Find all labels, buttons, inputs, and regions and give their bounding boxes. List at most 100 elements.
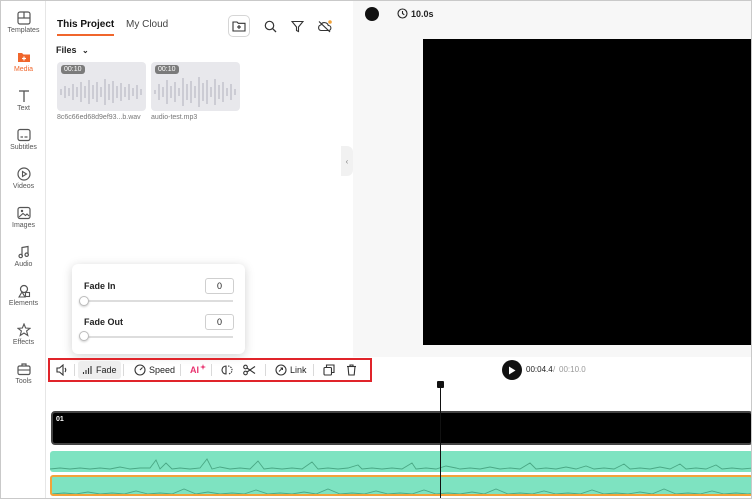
subtitles-icon — [16, 128, 31, 142]
fade-button[interactable]: Fade — [78, 361, 121, 379]
sidebar-item-label: Videos — [12, 183, 35, 190]
sidebar-item-label: Elements — [8, 300, 39, 307]
chevron-down-icon: ⌄ — [82, 46, 89, 55]
speed-button[interactable]: Speed — [134, 361, 175, 379]
toolbar-divider — [74, 364, 75, 376]
speed-label: Speed — [149, 365, 176, 375]
duration-button[interactable]: 10.0s — [397, 8, 434, 19]
speaker-icon — [56, 364, 67, 376]
media-icon — [17, 53, 30, 62]
media-file-thumbnail[interactable]: 00:10 — [151, 62, 240, 111]
audio-track-clip[interactable] — [50, 451, 751, 472]
new-folder-button[interactable] — [228, 15, 250, 37]
left-sidebar: Templates Media Text Subtitles Videos Im… — [1, 1, 46, 498]
fade-out-input[interactable]: 0 — [205, 314, 234, 330]
link-button[interactable]: Link — [275, 361, 307, 379]
toolbar-divider — [265, 364, 266, 376]
media-file-name: 8c6c66ed68d9ef93...b.wav — [57, 114, 141, 121]
sidebar-item-subtitles[interactable]: Subtitles — [1, 128, 46, 166]
background-color-button[interactable] — [365, 7, 379, 21]
fade-popup: Fade In 0 Fade Out 0 — [72, 264, 245, 354]
fade-in-slider-handle[interactable] — [79, 296, 89, 306]
duration-badge: 00:10 — [155, 65, 179, 74]
sidebar-item-label: Tools — [15, 378, 32, 385]
tools-icon — [16, 363, 31, 376]
tab-my-cloud[interactable]: My Cloud — [126, 19, 168, 30]
fade-icon — [82, 366, 92, 374]
volume-button[interactable] — [56, 361, 69, 379]
fade-out-label: Fade Out — [84, 317, 124, 327]
play-button[interactable] — [502, 360, 522, 380]
filter-button[interactable] — [286, 15, 308, 37]
waveform-icon — [52, 488, 751, 494]
current-time: 00:04.4 — [526, 365, 553, 374]
tab-this-project[interactable]: This Project — [57, 19, 115, 36]
toolbar-divider — [180, 364, 181, 376]
media-file-thumbnail[interactable]: 00:10 — [57, 62, 146, 111]
cloud-off-icon — [317, 19, 332, 32]
sidebar-item-text[interactable]: Text — [1, 89, 46, 127]
sidebar-item-videos[interactable]: Videos — [1, 167, 46, 205]
fade-out-slider-handle[interactable] — [79, 331, 89, 341]
ai-label: AI — [190, 365, 199, 375]
sidebar-item-tools[interactable]: Tools — [1, 362, 46, 400]
clock-icon — [397, 8, 408, 19]
split-audio-button[interactable] — [221, 361, 233, 379]
duration-label: 10.0s — [411, 8, 434, 19]
delete-button[interactable] — [346, 361, 357, 379]
sidebar-item-label: Images — [12, 222, 35, 229]
templates-icon — [16, 11, 31, 25]
copy-icon — [323, 364, 335, 376]
playhead-handle[interactable] — [437, 381, 444, 388]
effects-icon — [16, 323, 31, 337]
sidebar-item-audio[interactable]: Audio — [1, 245, 46, 283]
playhead-line — [440, 387, 441, 498]
sidebar-item-label: Media — [13, 66, 34, 73]
elements-icon — [17, 284, 30, 298]
fade-in-input[interactable]: 0 — [205, 278, 234, 294]
sidebar-item-label: Templates — [7, 27, 40, 34]
link-icon — [275, 364, 287, 376]
video-track-clip[interactable]: 01 — [51, 411, 751, 445]
files-label: Files — [56, 45, 77, 55]
trash-icon — [347, 364, 356, 376]
sidebar-item-label: Audio — [14, 261, 33, 268]
link-label: Link — [290, 365, 307, 375]
cloud-sync-off-button[interactable] — [313, 15, 335, 37]
files-dropdown[interactable]: Files ⌄ — [56, 45, 89, 55]
fade-out-slider-track[interactable] — [84, 336, 233, 338]
toolbar-divider — [123, 364, 124, 376]
split-icon — [221, 365, 233, 375]
fade-in-slider-track[interactable] — [84, 300, 233, 302]
sidebar-item-effects[interactable]: Effects — [1, 323, 46, 361]
app-window: Templates Media Text Subtitles Videos Im… — [0, 0, 752, 499]
speedometer-icon — [134, 364, 146, 376]
videos-icon — [16, 167, 31, 181]
fade-in-label: Fade In — [84, 281, 116, 291]
collapse-panel-handle[interactable]: ‹ — [341, 146, 353, 176]
audio-track-clip-selected[interactable] — [50, 475, 751, 496]
text-icon — [18, 90, 29, 102]
sidebar-item-templates[interactable]: Templates — [1, 11, 46, 49]
ai-audio-button[interactable]: AI — [190, 361, 206, 379]
duplicate-button[interactable] — [323, 361, 335, 379]
folder-add-icon — [232, 21, 246, 32]
duration-badge: 00:10 — [61, 65, 85, 74]
scissors-icon — [243, 364, 256, 376]
sidebar-item-label: Text — [17, 105, 30, 112]
sidebar-item-images[interactable]: Images — [1, 206, 46, 244]
search-button[interactable] — [259, 15, 281, 37]
filter-icon — [290, 20, 304, 32]
toolbar-divider — [313, 364, 314, 376]
sidebar-item-label: Subtitles — [10, 144, 37, 151]
sidebar-item-media[interactable]: Media — [1, 50, 46, 88]
video-canvas[interactable] — [423, 39, 751, 345]
fade-label: Fade — [96, 365, 117, 375]
play-icon — [509, 366, 516, 374]
chevron-left-icon: ‹ — [345, 156, 349, 166]
audio-icon — [17, 245, 29, 259]
sidebar-item-elements[interactable]: Elements — [1, 284, 46, 322]
search-icon — [264, 20, 276, 32]
cut-button[interactable] — [243, 361, 256, 379]
images-icon — [16, 206, 31, 220]
